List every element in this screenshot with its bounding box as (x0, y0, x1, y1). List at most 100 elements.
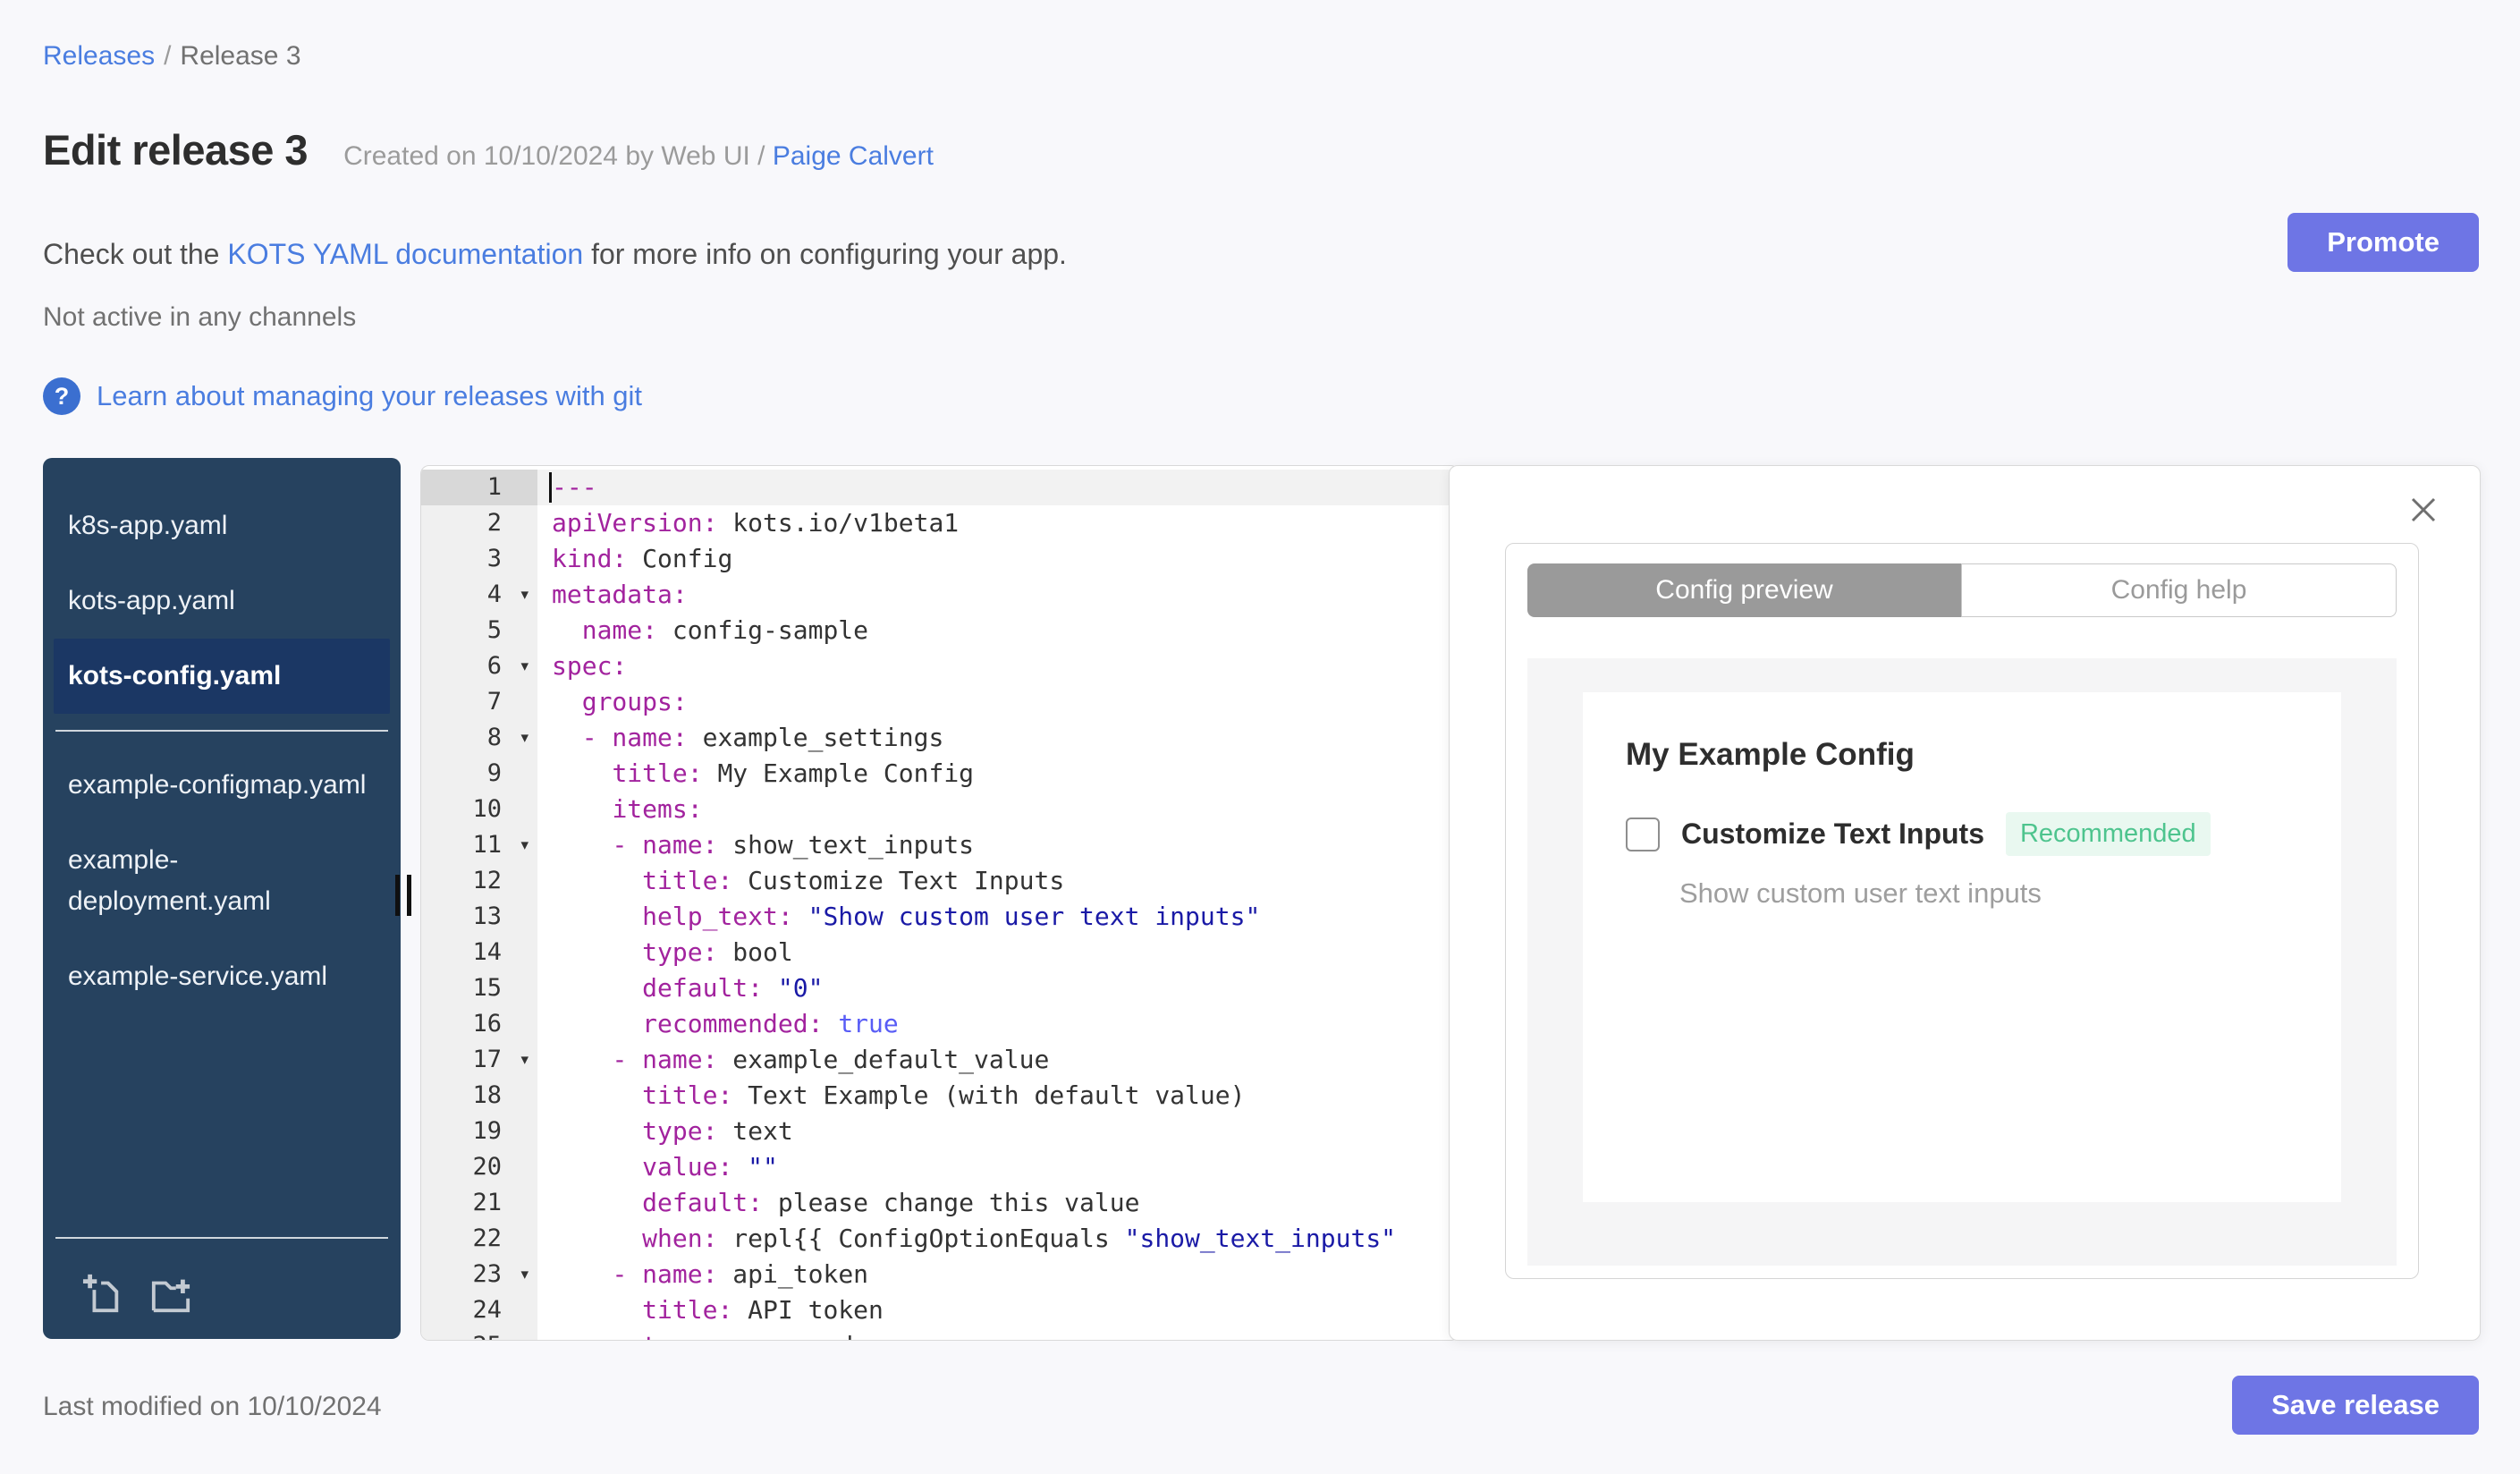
code-text[interactable]: title: Text Example (with default value) (537, 1078, 1459, 1114)
line-number[interactable]: 25 (421, 1328, 537, 1340)
fold-toggle-icon[interactable]: ▾ (520, 720, 529, 756)
code-text[interactable]: title: Customize Text Inputs (537, 863, 1459, 899)
line-number[interactable]: 13 (421, 899, 537, 935)
line-number[interactable]: 20 (421, 1149, 537, 1185)
code-line-24[interactable]: 24 title: API token (421, 1292, 1459, 1328)
code-line-13[interactable]: 13 help_text: "Show custom user text inp… (421, 899, 1459, 935)
customize-text-inputs-checkbox[interactable] (1626, 817, 1660, 851)
help-icon[interactable]: ? (43, 377, 80, 415)
sidebar-split-handle[interactable] (395, 875, 400, 916)
fold-toggle-icon[interactable]: ▾ (520, 648, 529, 684)
add-file-icon[interactable] (82, 1273, 123, 1314)
line-number[interactable]: 6 ▾ (421, 648, 537, 684)
code-line-1[interactable]: 1 --- (421, 470, 1459, 505)
code-text[interactable]: default: please change this value (537, 1185, 1459, 1221)
code-line-14[interactable]: 14 type: bool (421, 935, 1459, 970)
code-text[interactable]: metadata: (537, 577, 1459, 613)
line-number[interactable]: 11 ▾ (421, 827, 537, 863)
line-number[interactable]: 1 (421, 470, 537, 505)
code-line-11[interactable]: 11 ▾ - name: show_text_inputs (421, 827, 1459, 863)
code-text[interactable]: - name: example_default_value (537, 1042, 1459, 1078)
code-text[interactable]: type: bool (537, 935, 1459, 970)
line-number[interactable]: 5 (421, 613, 537, 648)
line-number[interactable]: 17 ▾ (421, 1042, 537, 1078)
line-number[interactable]: 14 (421, 935, 537, 970)
line-number[interactable]: 9 (421, 756, 537, 792)
close-icon[interactable] (2406, 493, 2440, 527)
fold-toggle-icon[interactable]: ▾ (520, 1257, 529, 1292)
code-text[interactable]: - name: show_text_inputs (537, 827, 1459, 863)
code-text[interactable]: groups: (537, 684, 1459, 720)
code-text[interactable]: help_text: "Show custom user text inputs… (537, 899, 1459, 935)
code-line-9[interactable]: 9 title: My Example Config (421, 756, 1459, 792)
save-release-button[interactable]: Save release (2232, 1376, 2479, 1435)
git-releases-link[interactable]: Learn about managing your releases with … (97, 380, 642, 412)
code-line-18[interactable]: 18 title: Text Example (with default val… (421, 1078, 1459, 1114)
code-line-23[interactable]: 23 ▾ - name: api_token (421, 1257, 1459, 1292)
promote-button[interactable]: Promote (2287, 213, 2479, 272)
code-text[interactable]: --- (537, 470, 1459, 505)
line-number[interactable]: 24 (421, 1292, 537, 1328)
code-text[interactable]: type: password (537, 1328, 1459, 1340)
line-number[interactable]: 10 (421, 792, 537, 827)
tab-config-help[interactable]: Config help (1961, 563, 2397, 617)
code-line-10[interactable]: 10 items: (421, 792, 1459, 827)
line-number[interactable]: 4 ▾ (421, 577, 537, 613)
code-text[interactable]: name: config-sample (537, 613, 1459, 648)
code-text[interactable]: value: "" (537, 1149, 1459, 1185)
sidebar-file-kots-app.yaml[interactable]: kots-app.yaml (43, 563, 401, 639)
code-text[interactable]: - name: api_token (537, 1257, 1459, 1292)
code-line-6[interactable]: 6 ▾ spec: (421, 648, 1459, 684)
code-line-12[interactable]: 12 title: Customize Text Inputs (421, 863, 1459, 899)
sidebar-file-kots-config.yaml[interactable]: kots-config.yaml (54, 639, 390, 714)
line-number[interactable]: 15 (421, 970, 537, 1006)
code-text[interactable]: spec: (537, 648, 1459, 684)
code-line-25[interactable]: 25 type: password (421, 1328, 1459, 1340)
line-number[interactable]: 2 (421, 505, 537, 541)
code-line-8[interactable]: 8 ▾ - name: example_settings (421, 720, 1459, 756)
code-line-17[interactable]: 17 ▾ - name: example_default_value (421, 1042, 1459, 1078)
kots-yaml-doc-link[interactable]: KOTS YAML documentation (227, 238, 583, 270)
code-line-22[interactable]: 22 when: repl{{ ConfigOptionEquals "show… (421, 1221, 1459, 1257)
line-number[interactable]: 16 (421, 1006, 537, 1042)
sidebar-file-k8s-app.yaml[interactable]: k8s-app.yaml (43, 488, 401, 563)
line-number[interactable]: 19 (421, 1114, 537, 1149)
line-number[interactable]: 8 ▾ (421, 720, 537, 756)
code-text[interactable]: title: My Example Config (537, 756, 1459, 792)
code-text[interactable]: - name: example_settings (537, 720, 1459, 756)
line-number[interactable]: 23 ▾ (421, 1257, 537, 1292)
breadcrumb-releases-link[interactable]: Releases (43, 41, 155, 71)
code-text[interactable]: kind: Config (537, 541, 1459, 577)
fold-toggle-icon[interactable]: ▾ (520, 577, 529, 613)
fold-toggle-icon[interactable]: ▾ (520, 1042, 529, 1078)
code-text[interactable]: recommended: true (537, 1006, 1459, 1042)
line-number[interactable]: 3 (421, 541, 537, 577)
sidebar-file-example-configmap.yaml[interactable]: example-configmap.yaml (43, 748, 401, 823)
code-text[interactable]: type: text (537, 1114, 1459, 1149)
code-line-20[interactable]: 20 value: "" (421, 1149, 1459, 1185)
sidebar-file-example-deployment.yaml[interactable]: example-deployment.yaml (43, 823, 401, 939)
code-line-7[interactable]: 7 groups: (421, 684, 1459, 720)
yaml-editor[interactable]: 1 --- 2 apiVersion: kots.io/v1beta1 3 kind: C… (420, 465, 1459, 1341)
code-line-5[interactable]: 5 name: config-sample (421, 613, 1459, 648)
code-line-16[interactable]: 16 recommended: true (421, 1006, 1459, 1042)
code-line-19[interactable]: 19 type: text (421, 1114, 1459, 1149)
add-folder-icon[interactable] (150, 1273, 191, 1314)
code-line-3[interactable]: 3 kind: Config (421, 541, 1459, 577)
line-number[interactable]: 7 (421, 684, 537, 720)
fold-toggle-icon[interactable]: ▾ (520, 827, 529, 863)
code-text[interactable]: items: (537, 792, 1459, 827)
code-text[interactable]: when: repl{{ ConfigOptionEquals "show_te… (537, 1221, 1459, 1257)
tab-config-preview[interactable]: Config preview (1527, 563, 1961, 617)
code-text[interactable]: default: "0" (537, 970, 1459, 1006)
line-number[interactable]: 18 (421, 1078, 537, 1114)
sidebar-split-handle[interactable] (407, 875, 411, 916)
line-number[interactable]: 22 (421, 1221, 537, 1257)
line-number[interactable]: 21 (421, 1185, 537, 1221)
code-line-15[interactable]: 15 default: "0" (421, 970, 1459, 1006)
author-link[interactable]: Paige Calvert (773, 141, 934, 171)
code-text[interactable]: apiVersion: kots.io/v1beta1 (537, 505, 1459, 541)
line-number[interactable]: 12 (421, 863, 537, 899)
sidebar-file-example-service.yaml[interactable]: example-service.yaml (43, 939, 401, 1014)
code-text[interactable]: title: API token (537, 1292, 1459, 1328)
